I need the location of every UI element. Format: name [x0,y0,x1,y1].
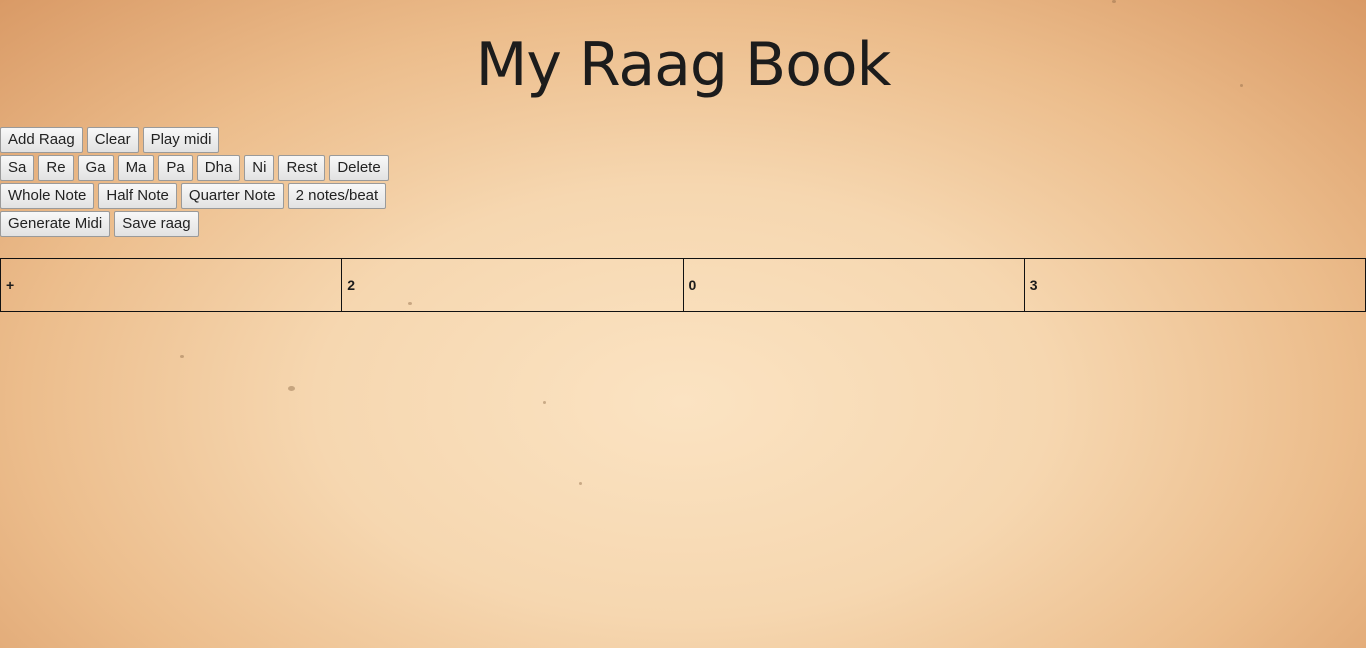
ga-button[interactable]: Ga [77,155,114,181]
generate-midi-button[interactable]: Generate Midi [0,211,111,237]
half-note-button[interactable]: Half Note [98,183,177,209]
toolbar-row-output: Generate Midi Save raag [0,210,393,238]
save-raag-button[interactable]: Save raag [114,211,199,237]
beat-cell-2[interactable]: 2 [342,259,684,311]
whole-note-button[interactable]: Whole Note [0,183,95,209]
beat-cell-sam[interactable]: + [1,259,343,311]
toolbar-row-swaras: Sa Re Ga Ma Pa Dha Ni Rest Delete [0,154,393,182]
toolbar-row-raag: Add Raag Clear Play midi [0,126,393,154]
re-button[interactable]: Re [38,155,74,181]
paper-speck [543,401,546,404]
ni-button[interactable]: Ni [244,155,275,181]
beat-marker: 2 [347,277,356,293]
paper-speck [288,386,295,391]
page-title: My Raag Book [475,30,892,100]
delete-button[interactable]: Delete [329,155,389,181]
rest-button[interactable]: Rest [278,155,326,181]
toolbar-row-durations: Whole Note Half Note Quarter Note 2 note… [0,182,393,210]
beat-cell-khali[interactable]: 0 [684,259,1025,311]
ma-button[interactable]: Ma [117,155,155,181]
pa-button[interactable]: Pa [158,155,193,181]
two-notes-per-beat-button[interactable]: 2 notes/beat [287,183,387,209]
sa-button[interactable]: Sa [0,155,35,181]
beat-cell-3[interactable]: 3 [1025,259,1365,311]
toolbar: Add Raag Clear Play midi Sa Re Ga Ma Pa … [0,126,393,238]
beat-grid: + 2 0 3 [0,258,1366,312]
quarter-note-button[interactable]: Quarter Note [180,183,284,209]
beat-marker: 0 [688,277,697,293]
beat-marker: 3 [1029,277,1038,293]
paper-speck [579,482,582,485]
paper-speck [180,355,184,358]
add-raag-button[interactable]: Add Raag [0,127,83,153]
beat-marker: + [6,277,15,293]
clear-button[interactable]: Clear [86,127,139,153]
play-midi-button[interactable]: Play midi [142,127,220,153]
dha-button[interactable]: Dha [196,155,241,181]
paper-speck [1112,0,1116,3]
